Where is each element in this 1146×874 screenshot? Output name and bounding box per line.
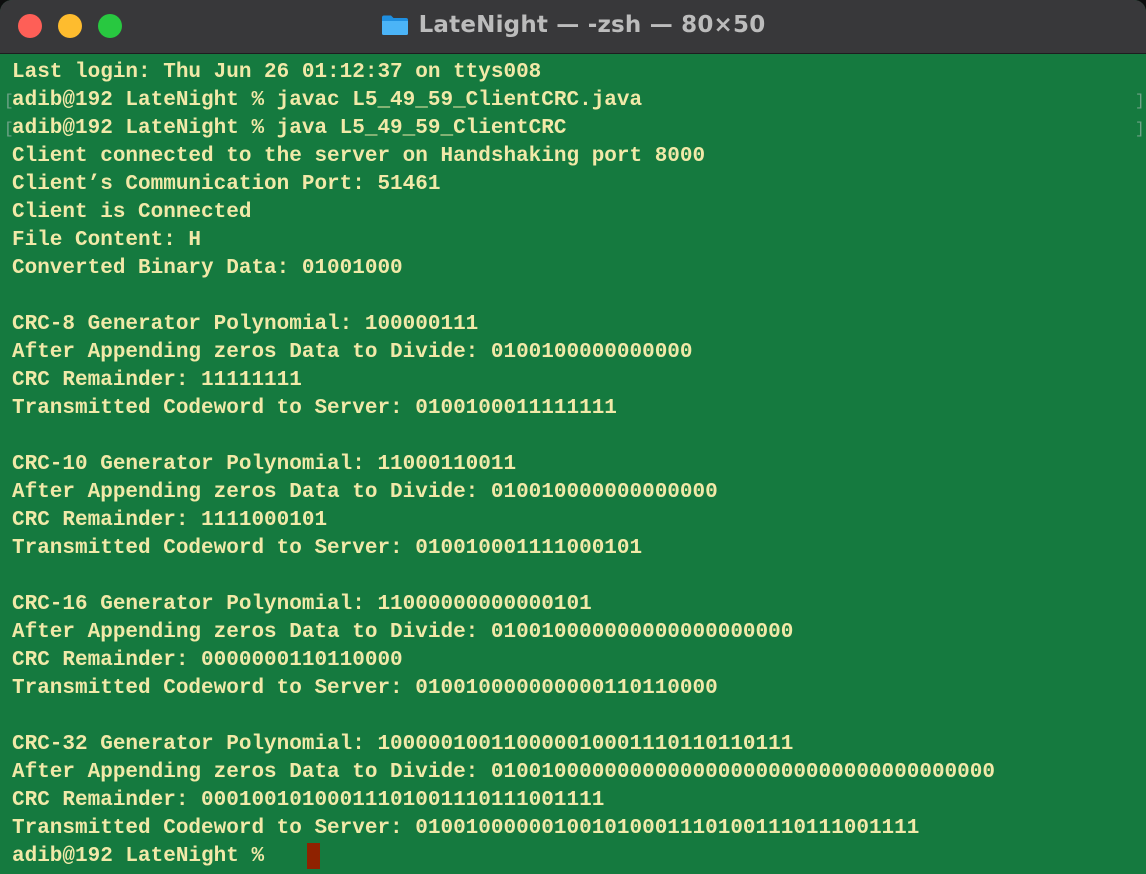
terminal-line: Converted Binary Data: 01001000 [12,257,403,280]
terminal-line: Transmitted Codeword to Server: 01001000… [12,817,920,840]
terminal-line: Transmitted Codeword to Server: 01001000… [12,677,718,700]
terminal-line: Transmitted Codeword to Server: 01001000… [12,537,643,560]
terminal-line: Last login: Thu Jun 26 01:12:37 on ttys0… [12,61,542,84]
folder-icon [381,15,408,35]
terminal-line: Client’s Communication Port: 51461 [12,173,441,196]
command-mark-right: ] [1135,92,1145,110]
terminal-line: After Appending zeros Data to Divide: 01… [12,481,718,504]
terminal-line: Client is Connected [12,201,252,224]
terminal-line: File Content: H [12,229,202,252]
terminal-line: CRC-10 Generator Polynomial: 11000110011 [12,453,517,476]
terminal-line: After Appending zeros Data to Divide: 01… [12,761,995,784]
terminal-line: CRC-32 Generator Polynomial: 10000010011… [12,733,794,756]
terminal-line: adib@192 LateNight % javac L5_49_59_Clie… [12,89,643,112]
terminal-line: Transmitted Codeword to Server: 01001000… [12,397,617,420]
terminal-line: CRC Remainder: 0000000110110000 [12,649,403,672]
command-mark-left: [ [4,92,14,110]
command-mark-right: ] [1135,120,1145,138]
terminal-line: CRC Remainder: 0001001010001110100111011… [12,789,605,812]
title-bar[interactable]: LateNight — -zsh — 80×50 [0,0,1146,54]
window-title: LateNight — -zsh — 80×50 [418,12,766,38]
terminal-line: CRC-16 Generator Polynomial: 11000000000… [12,593,592,616]
terminal-line: CRC Remainder: 1111000101 [12,509,328,532]
window-title-group: LateNight — -zsh — 80×50 [0,0,1146,50]
terminal-output[interactable]: Last login: Thu Jun 26 01:12:37 on ttys0… [4,56,1145,874]
terminal-line: CRC-8 Generator Polynomial: 100000111 [12,313,479,336]
terminal-line: Client connected to the server on Handsh… [12,145,706,168]
command-mark-left: [ [4,120,14,138]
terminal-line: After Appending zeros Data to Divide: 01… [12,341,693,364]
text-cursor [307,843,320,869]
terminal-line: After Appending zeros Data to Divide: 01… [12,621,794,644]
terminal-line: CRC Remainder: 11111111 [12,369,302,392]
terminal-window: LateNight — -zsh — 80×50 Last login: Thu… [0,0,1146,874]
terminal-line: adib@192 LateNight % java L5_49_59_Clien… [12,117,567,140]
prompt-line[interactable]: adib@192 LateNight % [12,843,277,871]
